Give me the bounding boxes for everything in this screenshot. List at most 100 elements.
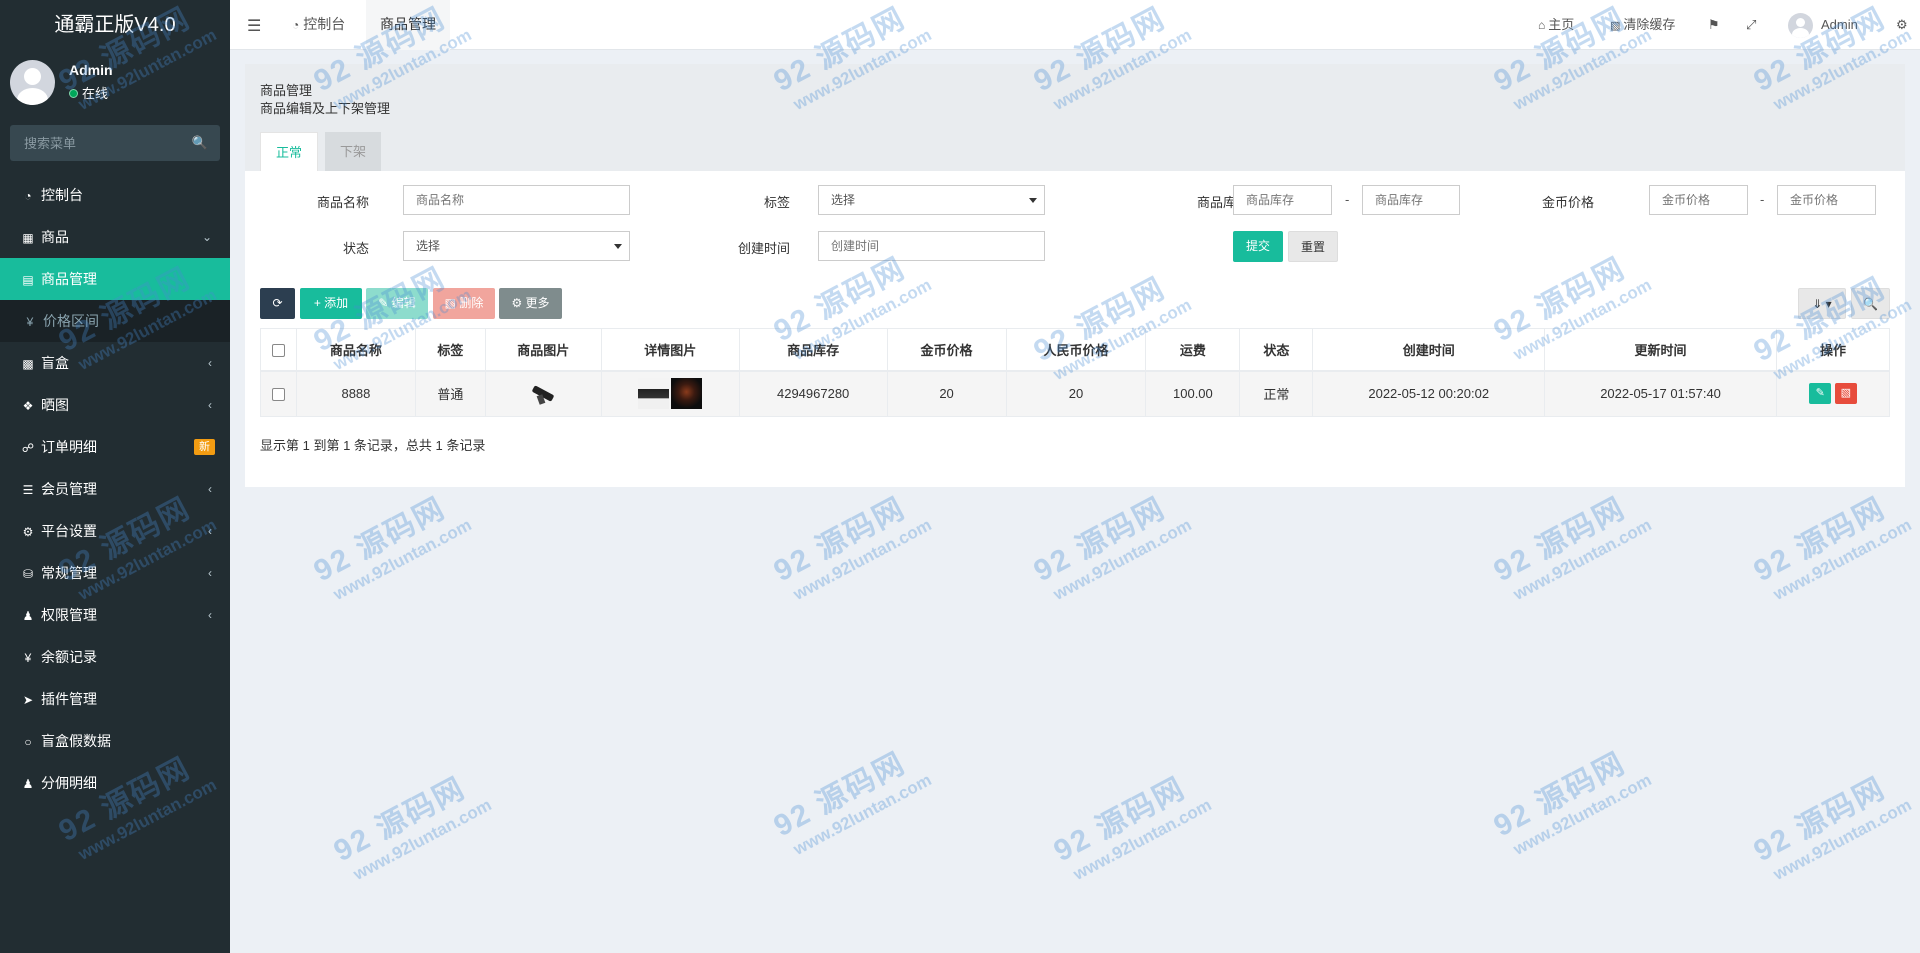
language-icon[interactable]: ⚑ bbox=[1708, 0, 1720, 50]
col-rmb-price[interactable]: 人民币价格 bbox=[1005, 328, 1147, 372]
col-shipping[interactable]: 运费 bbox=[1145, 328, 1241, 372]
sidebar-item-general[interactable]: ⛁ 常规管理 ‹ bbox=[0, 552, 230, 594]
sidebar-item-label: 商品管理 bbox=[41, 271, 97, 287]
cell-rmb-price: 20 bbox=[1005, 370, 1147, 417]
sidebar-item-balance[interactable]: ¥ 余额记录 bbox=[0, 636, 230, 678]
cell-status: 正常 bbox=[1239, 370, 1314, 417]
col-updated[interactable]: 更新时间 bbox=[1544, 328, 1777, 372]
tab-goods-management[interactable]: 商品管理 bbox=[366, 0, 450, 50]
home-icon: ⌂ bbox=[1538, 18, 1546, 32]
trash-icon: ▧ bbox=[1610, 20, 1621, 32]
watermark-logo: 92 源码网 www.92luntan.com bbox=[328, 771, 495, 884]
home-link[interactable]: ⌂ 主页 bbox=[1538, 0, 1574, 50]
submit-button[interactable]: 提交 bbox=[1233, 231, 1283, 262]
more-button[interactable]: ⚙ 更多 bbox=[499, 288, 562, 319]
sidebar-menu: ◔ 控制台 ▦ 商品 ⌄ ▤ 商品管理 ¥ 价格区间 ▩ 盲盒 ‹ ❖ 晒图 ‹ ☍ 订单明细 新 ☰… bbox=[0, 174, 230, 804]
add-button[interactable]: + 添加 bbox=[300, 288, 362, 319]
user-status: 在线 bbox=[69, 83, 108, 102]
shop-icon: ▤ bbox=[22, 273, 34, 287]
sidebar-item-photos[interactable]: ❖ 晒图 ‹ bbox=[0, 384, 230, 426]
circle-icon: ○ bbox=[24, 735, 32, 749]
app-title[interactable]: 通霸正版V4.0 bbox=[0, 0, 230, 50]
col-actions: 操作 bbox=[1775, 328, 1891, 372]
cell-tag: 普通 bbox=[414, 370, 486, 417]
filter-coin-max-input[interactable] bbox=[1777, 185, 1876, 215]
filter-tag-label: 标签 bbox=[763, 195, 790, 210]
sidebar-item-label: 分佣明细 bbox=[41, 775, 97, 791]
row-checkbox[interactable] bbox=[271, 388, 285, 402]
refresh-button[interactable]: ⟳ bbox=[260, 288, 295, 319]
filter-status-select[interactable]: 选择 bbox=[403, 231, 630, 261]
search-icon[interactable]: 🔍 bbox=[192, 135, 208, 151]
more-label: 更多 bbox=[525, 296, 550, 310]
user-menu-label: Admin bbox=[1821, 17, 1858, 32]
sidebar-item-fake-data[interactable]: ○ 盲盒假数据 bbox=[0, 720, 230, 762]
col-name[interactable]: 商品名称 bbox=[295, 328, 416, 372]
edit-button[interactable]: ✎ 编辑 bbox=[366, 288, 428, 319]
sidebar-item-blind-box[interactable]: ▩ 盲盒 ‹ bbox=[0, 342, 230, 384]
tab-offline[interactable]: 下架 bbox=[325, 132, 382, 171]
col-coin-price[interactable]: 金币价格 bbox=[886, 328, 1007, 372]
menu-toggle-icon[interactable]: ☰ bbox=[247, 16, 261, 36]
settings-icon[interactable]: ⚙ bbox=[1896, 0, 1908, 50]
sidebar-item-plugins[interactable]: ➤ 插件管理 bbox=[0, 678, 230, 720]
col-status[interactable]: 状态 bbox=[1239, 328, 1314, 372]
detail-thumbnail[interactable] bbox=[638, 378, 670, 410]
sidebar-item-permissions[interactable]: ♟ 权限管理 ‹ bbox=[0, 594, 230, 636]
trash-icon: ▧ bbox=[1840, 387, 1851, 400]
new-badge: 新 bbox=[194, 439, 215, 455]
sidebar-item-members[interactable]: ☰ 会员管理 ‹ bbox=[0, 468, 230, 510]
search-toggle-button[interactable]: 🔍 bbox=[1851, 288, 1890, 319]
user-menu[interactable]: Admin bbox=[1788, 0, 1858, 50]
cell-updated: 2022-05-17 01:57:40 bbox=[1544, 370, 1777, 417]
sidebar-item-dashboard[interactable]: ◔ 控制台 bbox=[0, 174, 230, 216]
sidebar-item-goods-management[interactable]: ▤ 商品管理 bbox=[0, 258, 230, 300]
watermark-logo: 92 源码网 www.92luntan.com bbox=[1028, 491, 1195, 604]
coin-range-dash: - bbox=[1760, 192, 1765, 207]
edit-label: 编辑 bbox=[391, 296, 416, 310]
caret-down-icon bbox=[614, 244, 622, 249]
sidebar-item-platform-settings[interactable]: ⚙ 平台设置 ‹ bbox=[0, 510, 230, 552]
cell-detail-images bbox=[600, 370, 740, 417]
sidebar-item-price-range[interactable]: ¥ 价格区间 bbox=[0, 300, 230, 342]
filter-tag-select[interactable]: 选择 bbox=[818, 185, 1045, 215]
sidebar: 通霸正版V4.0 Admin 在线 🔍 ◔ 控制台 ▦ 商品 ⌄ ▤ 商品管理 ¥ 价格区… bbox=[0, 0, 230, 953]
caret-down-icon bbox=[1029, 198, 1037, 203]
filter-status-label: 状态 bbox=[342, 241, 369, 256]
cell-created: 2022-05-12 00:20:02 bbox=[1312, 370, 1546, 417]
col-tag[interactable]: 标签 bbox=[414, 328, 486, 372]
pagination-summary: 显示第 1 到第 1 条记录，总共 1 条记录 bbox=[260, 438, 486, 453]
tab-normal[interactable]: 正常 bbox=[260, 132, 319, 171]
col-image[interactable]: 商品图片 bbox=[484, 328, 602, 372]
refresh-icon: ⟳ bbox=[272, 296, 283, 310]
product-thumbnail[interactable] bbox=[528, 382, 558, 406]
filter-created-input[interactable] bbox=[818, 231, 1045, 261]
detail-thumbnail[interactable] bbox=[671, 378, 703, 410]
sidebar-item-orders[interactable]: ☍ 订单明细 新 bbox=[0, 426, 230, 468]
fullscreen-icon[interactable]: ⤢ bbox=[1746, 0, 1756, 50]
col-created[interactable]: 创建时间 bbox=[1312, 328, 1546, 372]
chevron-left-icon: ‹ bbox=[208, 482, 212, 496]
row-delete-button[interactable]: ▧ bbox=[1834, 383, 1857, 405]
col-stock[interactable]: 商品库存 bbox=[738, 328, 888, 372]
filter-name-input[interactable] bbox=[403, 185, 630, 215]
filter-stock-min-input[interactable] bbox=[1233, 185, 1332, 215]
row-edit-button[interactable]: ✎ bbox=[1809, 383, 1832, 405]
tab-label: 控制台 bbox=[303, 16, 346, 32]
filter-stock-max-input[interactable] bbox=[1362, 185, 1460, 215]
watermark-logo: 92 源码网 www.92luntan.com bbox=[1748, 491, 1915, 604]
sidebar-search-input[interactable] bbox=[10, 125, 220, 161]
sidebar-item-goods[interactable]: ▦ 商品 ⌄ bbox=[0, 216, 230, 258]
reset-button[interactable]: 重置 bbox=[1288, 231, 1338, 262]
export-button[interactable]: ⇓ ▾ bbox=[1798, 288, 1846, 319]
watermark-logo: 92 源码网 www.92luntan.com bbox=[1048, 771, 1215, 884]
col-detail-image[interactable]: 详情图片 bbox=[600, 328, 740, 372]
clear-cache-link[interactable]: ▧ 清除缓存 bbox=[1610, 0, 1675, 50]
watermark-logo: 92 源码网 www.92luntan.com bbox=[308, 491, 475, 604]
tab-dashboard[interactable]: ◔ 控制台 bbox=[278, 0, 359, 50]
select-all-checkbox[interactable] bbox=[271, 343, 285, 357]
filter-coin-min-input[interactable] bbox=[1649, 185, 1748, 215]
sidebar-item-commission[interactable]: ♟ 分佣明细 bbox=[0, 762, 230, 804]
delete-button[interactable]: ▧ 删除 bbox=[433, 288, 495, 319]
table-row[interactable]: 8888 普通 4294967280 20 20 100.00 正常 2022-… bbox=[260, 370, 1891, 417]
